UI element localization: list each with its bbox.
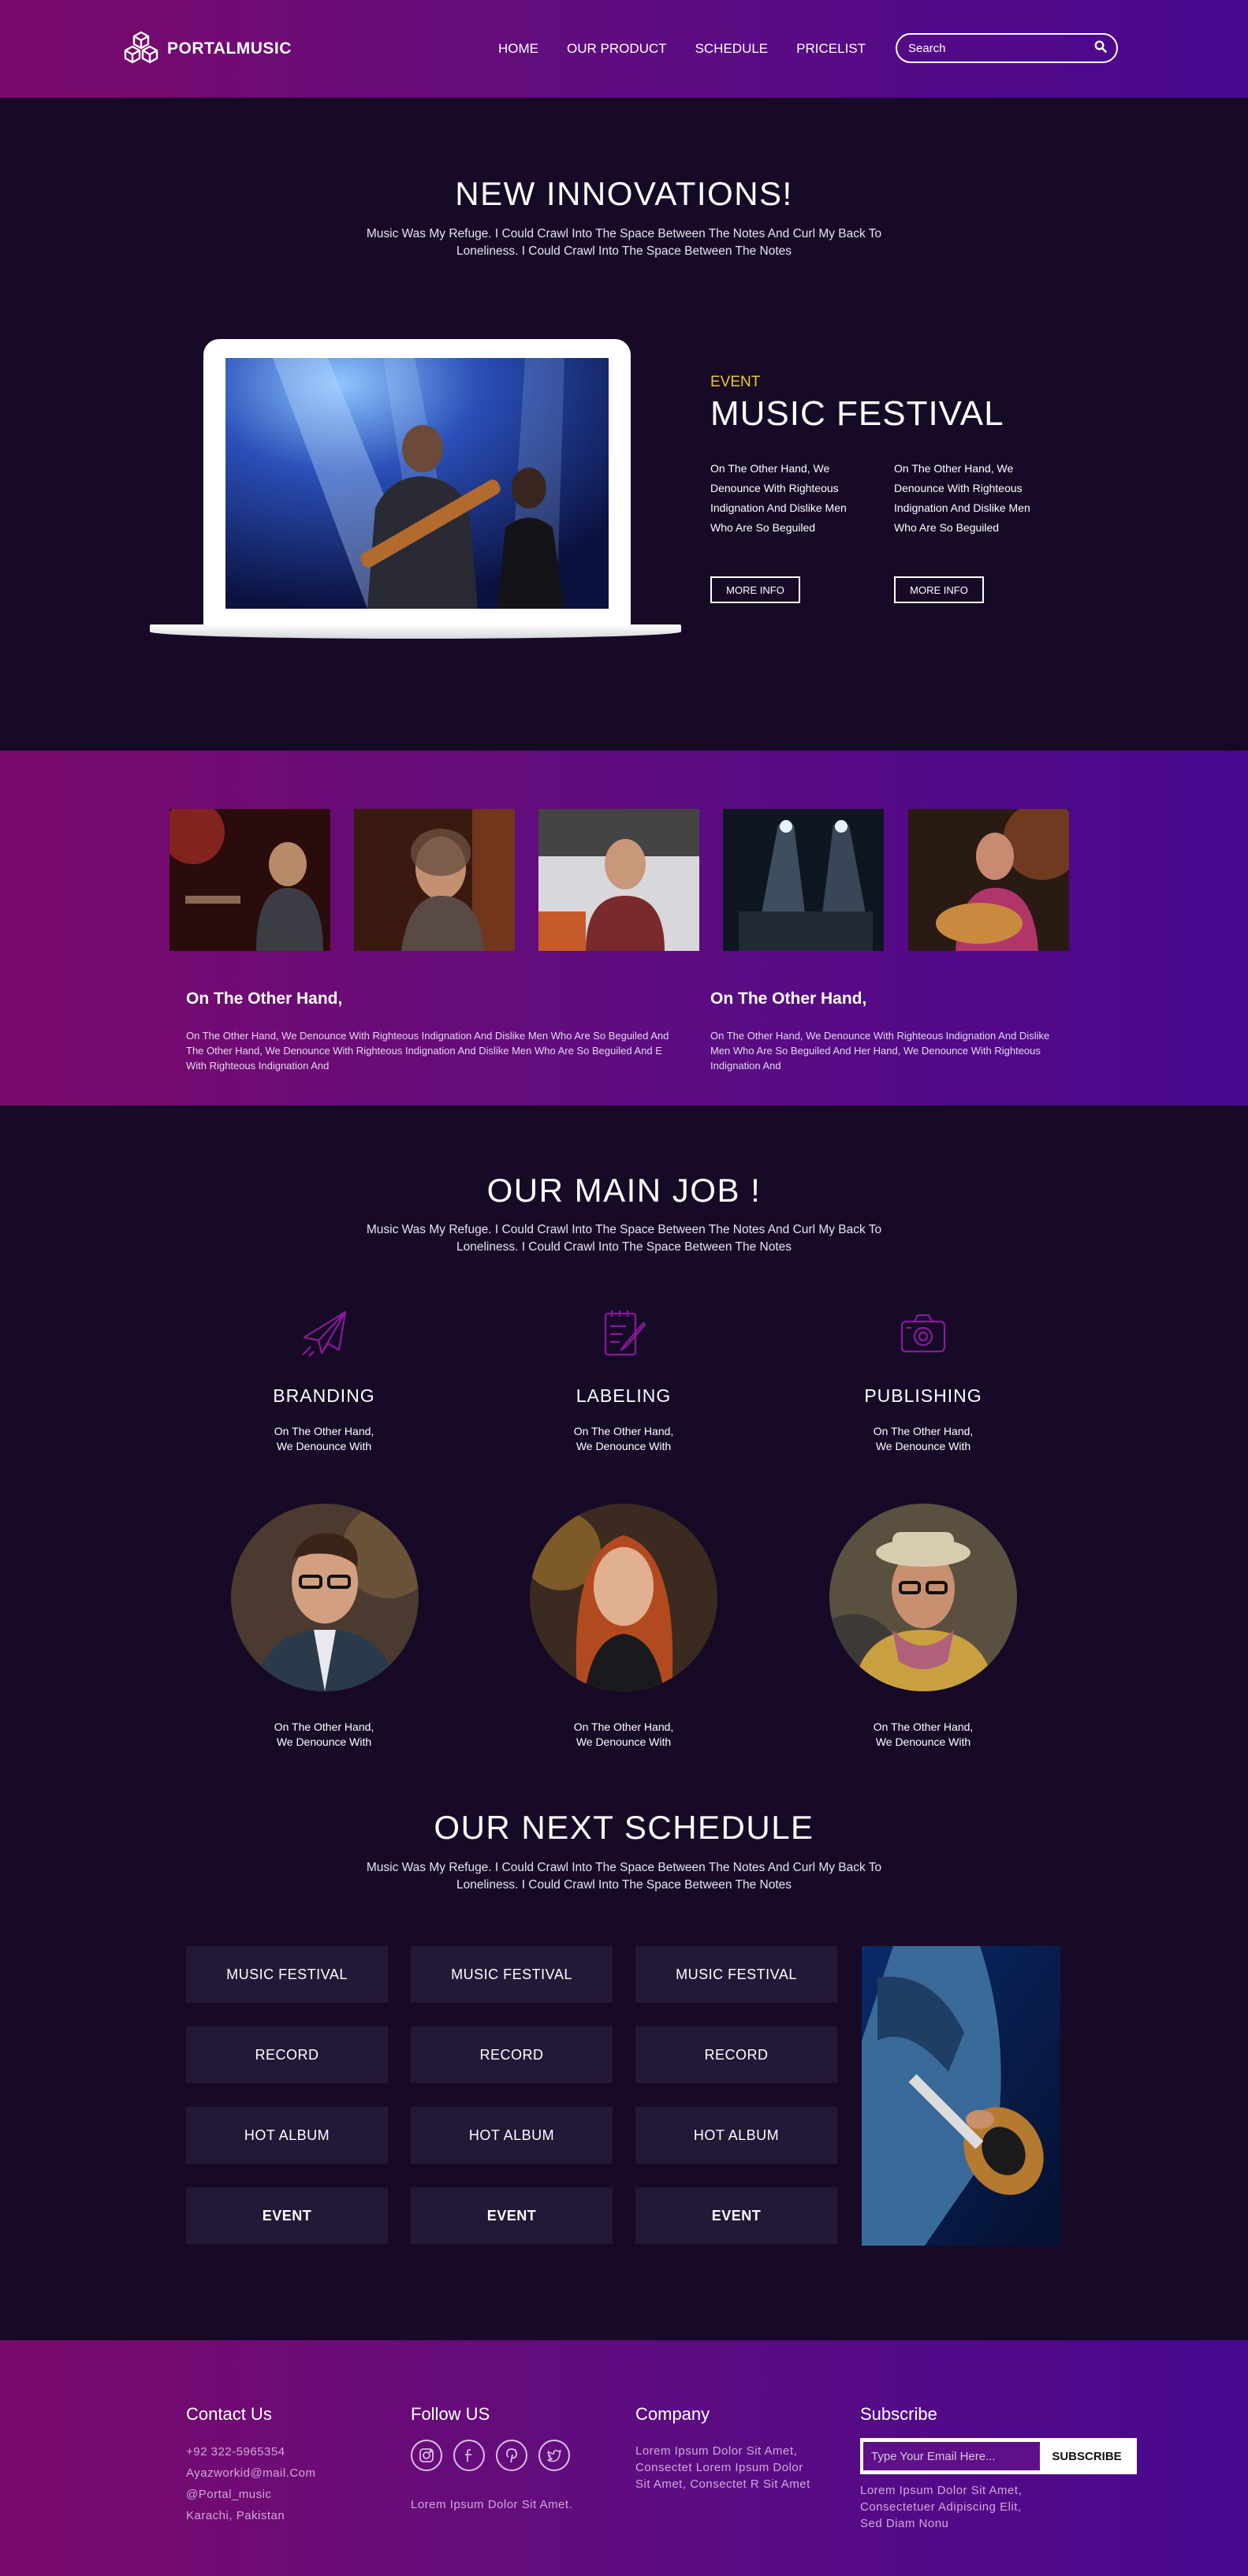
cubes-icon xyxy=(123,31,159,68)
contact-email[interactable]: Ayazworkid@mail.Com xyxy=(186,2466,316,2480)
search-icon[interactable] xyxy=(1094,39,1107,57)
subscribe-line-3: Sed Diam Nonu xyxy=(860,2517,949,2530)
footer-contact-title: Contact Us xyxy=(186,2404,272,2424)
service-text-labeling: On The Other Hand, We Denounce With xyxy=(573,1425,674,1452)
instagram-icon[interactable] xyxy=(411,2440,442,2471)
schedule-cell-hot-album-2[interactable]: HOT ALBUM xyxy=(411,2107,613,2164)
schedule-cell-music-festival-3[interactable]: MUSIC FESTIVAL xyxy=(635,1946,837,2003)
footer-follow-title: Follow US xyxy=(411,2404,490,2424)
contact-social-handle[interactable]: @Portal_music xyxy=(186,2488,271,2501)
camera-icon xyxy=(821,1307,1026,1359)
schedule-cell-music-festival-1[interactable]: MUSIC FESTIVAL xyxy=(186,1946,388,2003)
subscribe-button[interactable]: SUBSCRIBE xyxy=(1040,2450,1134,2463)
nav-our-product[interactable]: OUR PRODUCT xyxy=(567,41,667,57)
event-text-col2: On The Other Hand, We Denounce With Righ… xyxy=(894,462,1030,534)
laptop-mockup xyxy=(203,339,631,628)
gallery-photo-5[interactable] xyxy=(908,809,1069,951)
nav-schedule[interactable]: SCHEDULE xyxy=(695,41,769,57)
gallery-photo-4[interactable] xyxy=(723,809,884,951)
service-title-labeling: LABELING xyxy=(576,1385,672,1406)
schedule-title: OUR NEXT SCHEDULE xyxy=(434,1809,814,1846)
pinterest-icon[interactable] xyxy=(496,2440,527,2471)
logo-text: PORTALMUSIC xyxy=(167,39,292,58)
company-line-2: Consectet Lorem Ipsum Dolor xyxy=(635,2461,803,2474)
contact-phone[interactable]: +92 322-5965354 xyxy=(186,2445,285,2459)
schedule-event-button-1[interactable]: EVENT xyxy=(186,2187,388,2244)
innovations-title: NEW INNOVATIONS! xyxy=(455,175,793,212)
gallery-photo-2[interactable] xyxy=(354,809,515,951)
band-text-left: On The Other Hand, We Denounce With Righ… xyxy=(186,1030,669,1072)
guitarist-photo xyxy=(862,1946,1060,2246)
schedule-cell-record-3[interactable]: RECORD xyxy=(635,2026,837,2083)
nav-pricelist[interactable]: PRICELIST xyxy=(796,41,866,57)
main-nav: HOME OUR PRODUCT SCHEDULE PRICELIST xyxy=(498,41,866,57)
service-title-publishing: PUBLISHING xyxy=(864,1385,982,1406)
company-line-1: Lorem Ipsum Dolor Sit Amet, xyxy=(635,2444,798,2458)
main-job-subtitle: Music Was My Refuge. I Could Crawl Into … xyxy=(366,1223,882,1254)
avatar-person-3 xyxy=(829,1504,1017,1691)
more-info-button-1[interactable]: MORE INFO xyxy=(710,576,800,603)
schedule-cell-hot-album-3[interactable]: HOT ALBUM xyxy=(635,2107,837,2164)
event-title: MUSIC FESTIVAL xyxy=(710,394,1004,433)
search-box xyxy=(896,33,1118,63)
site-header: PORTALMUSIC HOME OUR PRODUCT SCHEDULE PR… xyxy=(0,0,1248,98)
main-job-title: OUR MAIN JOB ! xyxy=(486,1172,762,1209)
innovations-subtitle: Music Was My Refuge. I Could Crawl Into … xyxy=(366,227,882,258)
subscribe-line-1: Lorem Ipsum Dolor Sit Amet, xyxy=(860,2484,1023,2497)
avatar-person-1 xyxy=(231,1504,419,1691)
band-heading-left: On The Other Hand, xyxy=(186,990,343,1008)
logo[interactable]: PORTALMUSIC xyxy=(123,31,292,68)
gallery-photo-1[interactable] xyxy=(170,809,330,951)
avatar-person-2 xyxy=(530,1504,717,1691)
concert-photo xyxy=(225,358,609,609)
subscribe-form: SUBSCRIBE xyxy=(860,2438,1137,2474)
schedule-cell-music-festival-2[interactable]: MUSIC FESTIVAL xyxy=(411,1946,613,2003)
footer-subscribe-title: Subscribe xyxy=(860,2404,937,2424)
footer-company-title: Company xyxy=(635,2404,710,2424)
paper-plane-icon xyxy=(222,1307,427,1359)
facebook-icon[interactable] xyxy=(453,2440,485,2471)
follow-text: Lorem Ipsum Dolor Sit Amet. xyxy=(411,2498,573,2511)
twitter-icon[interactable] xyxy=(538,2440,570,2471)
more-info-button-2[interactable]: MORE INFO xyxy=(894,576,984,603)
contact-location: Karachi, Pakistan xyxy=(186,2509,285,2522)
subscribe-email-input[interactable] xyxy=(863,2442,1040,2470)
person-text-3: On The Other Hand, We Denounce With xyxy=(873,1720,974,1748)
gallery-photo-3[interactable] xyxy=(538,809,699,951)
laptop-base xyxy=(150,624,681,639)
nav-home[interactable]: HOME xyxy=(498,41,538,57)
service-text-publishing: On The Other Hand, We Denounce With xyxy=(873,1425,974,1452)
band-text-right: On The Other Hand, We Denounce With Righ… xyxy=(710,1030,1050,1072)
event-text-col1: On The Other Hand, We Denounce With Righ… xyxy=(710,462,847,534)
event-label: EVENT xyxy=(710,374,761,390)
person-text-1: On The Other Hand, We Denounce With xyxy=(274,1720,374,1748)
schedule-cell-record-1[interactable]: RECORD xyxy=(186,2026,388,2083)
band-heading-right: On The Other Hand, xyxy=(710,990,867,1008)
schedule-event-button-3[interactable]: EVENT xyxy=(635,2187,837,2244)
company-line-3: Sit Amet, Consectet R Sit Amet xyxy=(635,2477,810,2491)
service-title-branding: BRANDING xyxy=(273,1385,375,1406)
schedule-cell-hot-album-1[interactable]: HOT ALBUM xyxy=(186,2107,388,2164)
schedule-cell-record-2[interactable]: RECORD xyxy=(411,2026,613,2083)
search-input[interactable] xyxy=(908,41,1094,55)
subscribe-line-2: Consectetuer Adipiscing Elit, xyxy=(860,2500,1022,2514)
schedule-event-button-2[interactable]: EVENT xyxy=(411,2187,613,2244)
service-text-branding: On The Other Hand, We Denounce With xyxy=(274,1425,374,1452)
notepad-pencil-icon xyxy=(521,1307,726,1359)
schedule-subtitle: Music Was My Refuge. I Could Crawl Into … xyxy=(366,1861,882,1892)
person-text-2: On The Other Hand, We Denounce With xyxy=(573,1720,674,1748)
